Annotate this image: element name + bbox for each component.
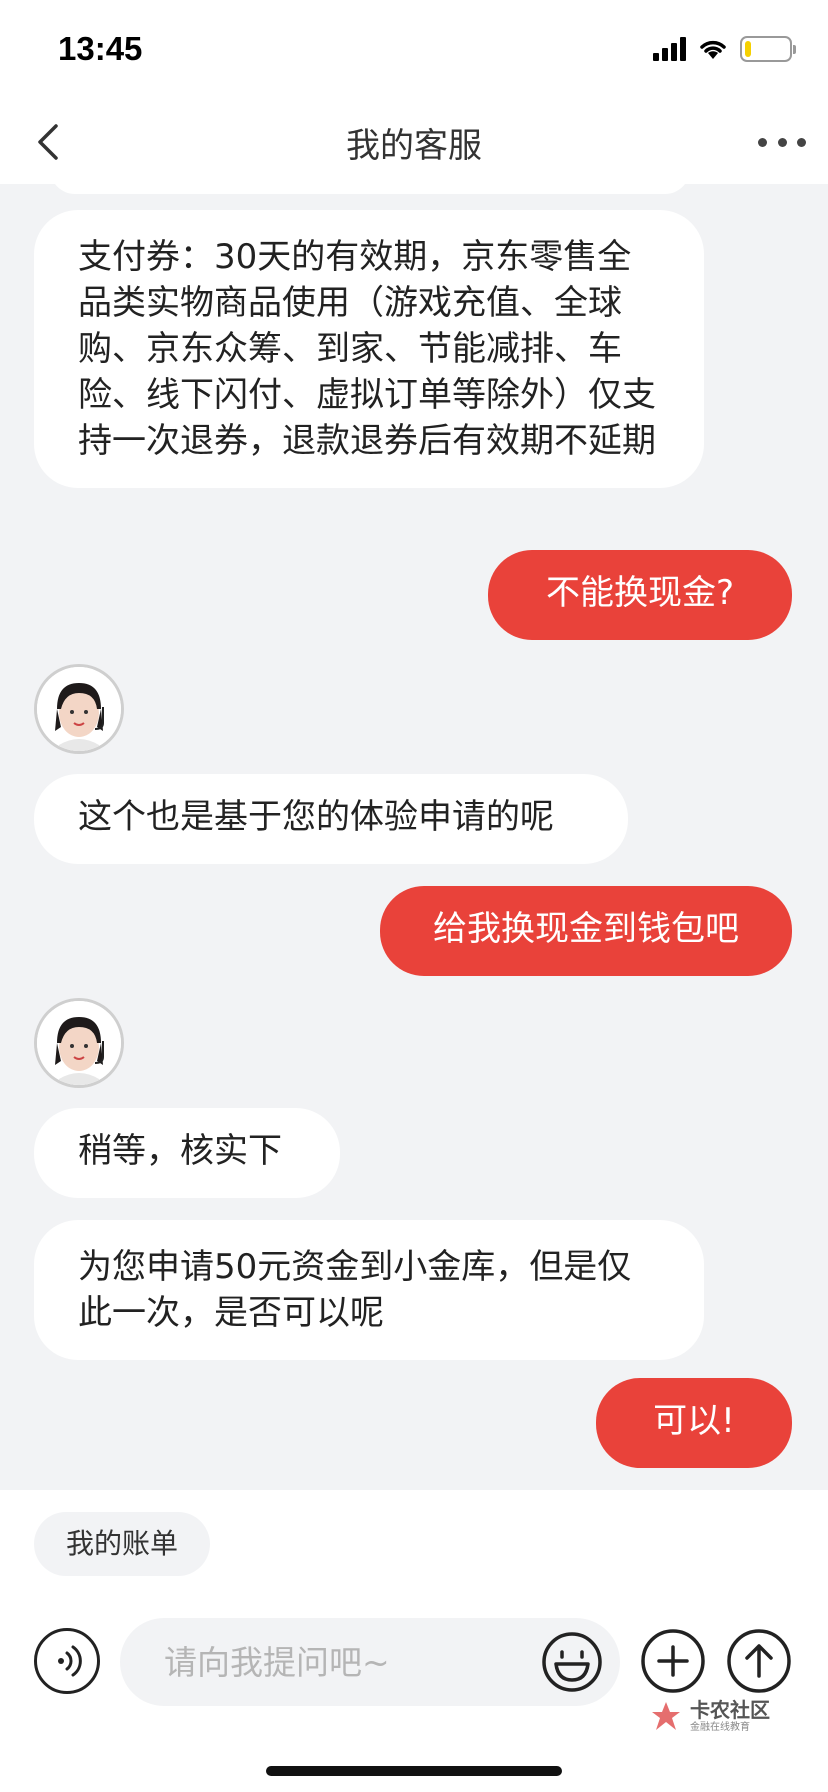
watermark: 卡农社区 金融在线教育 — [648, 1698, 770, 1734]
user-message-bubble: 给我换现金到钱包吧 — [380, 886, 792, 976]
agent-message-bubble: 支付券：30天的有效期，京东零售全品类实物商品使用（游戏充值、全球购、京东众筹、… — [34, 210, 704, 488]
status-time: 13:45 — [58, 30, 143, 67]
watermark-logo-icon — [652, 1702, 680, 1730]
agent-message-bubble: 为您申请50元资金到小金库，但是仅此一次，是否可以呢 — [34, 1220, 704, 1360]
watermark-tagline: 金融在线教育 — [690, 1721, 750, 1733]
agent-portrait-icon — [37, 667, 121, 751]
agent-avatar[interactable] — [34, 664, 124, 754]
battery-level — [745, 41, 752, 57]
message-text: 为您申请50元资金到小金库，但是仅此一次，是否可以呢 — [78, 1247, 632, 1333]
chat-messages[interactable]: 支付券：30天的有效期，京东零售全品类实物商品使用（游戏充值、全球购、京东众筹、… — [0, 184, 828, 1490]
message-text: 稍等，核实下 — [78, 1131, 282, 1171]
message-input-box[interactable] — [120, 1618, 620, 1706]
quick-action-my-bill[interactable]: 我的账单 — [34, 1512, 211, 1576]
add-icon[interactable] — [640, 1628, 706, 1694]
message-text: 不能换现金? — [545, 573, 735, 613]
voice-input-icon[interactable] — [34, 1628, 100, 1694]
page-title: 我的客服 — [346, 126, 482, 166]
status-icons — [653, 34, 796, 64]
user-message-bubble: 不能换现金? — [488, 550, 792, 640]
status-bar: 13:45 — [0, 0, 828, 100]
battery-icon — [740, 36, 796, 62]
message-input[interactable] — [164, 1618, 524, 1706]
emoji-icon[interactable] — [540, 1630, 604, 1694]
agent-avatar[interactable] — [34, 998, 124, 1088]
message-text: 支付券：30天的有效期，京东零售全品类实物商品使用（游戏充值、全球购、京东众筹、… — [78, 237, 656, 461]
home-indicator — [266, 1766, 562, 1776]
more-options-icon[interactable] — [758, 124, 806, 160]
message-text: 可以! — [653, 1401, 735, 1441]
wifi-icon — [700, 40, 726, 59]
agent-portrait-icon — [37, 1001, 121, 1085]
signal-icon — [653, 37, 686, 61]
send-icon[interactable] — [726, 1628, 792, 1694]
agent-message-bubble: 这个也是基于您的体验申请的呢 — [34, 774, 628, 864]
user-message-bubble: 可以! — [596, 1378, 792, 1468]
message-text: 这个也是基于您的体验申请的呢 — [78, 797, 554, 837]
bottom-bar: 我的账单 卡农社区 金融在线教育 — [0, 1490, 828, 1792]
watermark-name: 卡农社区 — [690, 1697, 770, 1722]
previous-message-bubble — [50, 184, 690, 194]
nav-bar: 我的客服 — [0, 100, 828, 184]
agent-message-bubble: 稍等，核实下 — [34, 1108, 340, 1198]
message-text: 给我换现金到钱包吧 — [433, 909, 739, 949]
